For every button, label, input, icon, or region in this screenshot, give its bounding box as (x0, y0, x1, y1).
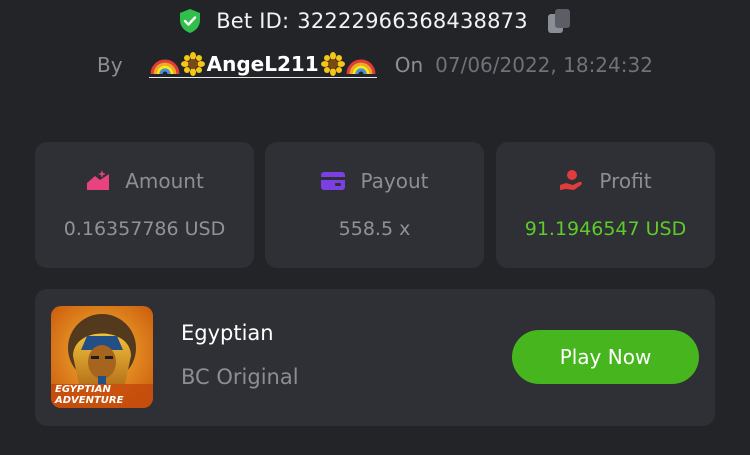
profit-value: 91.1946547 USD (524, 218, 687, 240)
game-thumbnail-text: EGYPTIAN ADVENTURE (55, 384, 124, 406)
play-now-button[interactable]: Play Now (512, 330, 699, 384)
username-link[interactable]: AngeL211 (148, 52, 377, 78)
sunflower-icon (180, 52, 205, 76)
wallet-icon (321, 172, 346, 190)
game-card: EGYPTIAN ADVENTURE Egyptian BC Original … (35, 289, 715, 426)
by-label: By (97, 53, 123, 77)
rainbow-icon (150, 59, 180, 75)
amount-title: Amount (35, 168, 254, 194)
amount-label: Amount (125, 169, 204, 193)
username: AngeL211 (206, 52, 319, 76)
profit-card: Profit 91.1946547 USD (496, 142, 715, 268)
bet-id-row: Bet ID: 32222966368438873 (0, 4, 750, 38)
profit-title: Profit (496, 168, 715, 194)
bet-id-value: 32222966368438873 (297, 9, 528, 33)
bet-id-label: Bet ID: (216, 9, 290, 33)
rainbow-icon (346, 59, 376, 75)
on-label: On (394, 53, 424, 77)
bet-datetime: 07/06/2022, 18:24:32 (435, 53, 653, 77)
payout-card: Payout 558.5 x (265, 142, 484, 268)
game-thumbnail[interactable]: EGYPTIAN ADVENTURE (51, 306, 153, 408)
author-row: By AngeL211 On 07/06/2022, 18:24:32 (0, 46, 750, 84)
profit-hand-icon (560, 170, 583, 190)
game-title: Egyptian (181, 321, 274, 345)
profit-label: Profit (599, 169, 652, 193)
amount-card: Amount 0.16357786 USD (35, 142, 254, 268)
amount-icon (87, 170, 110, 190)
amount-value: 0.16357786 USD (63, 218, 226, 240)
shield-check-icon (180, 9, 201, 33)
payout-value: 558.5 x (338, 218, 411, 240)
sunflower-icon (320, 52, 345, 76)
payout-label: Payout (360, 169, 429, 193)
game-subtitle: BC Original (181, 365, 299, 389)
copy-icon[interactable] (546, 7, 572, 35)
payout-title: Payout (265, 168, 484, 194)
